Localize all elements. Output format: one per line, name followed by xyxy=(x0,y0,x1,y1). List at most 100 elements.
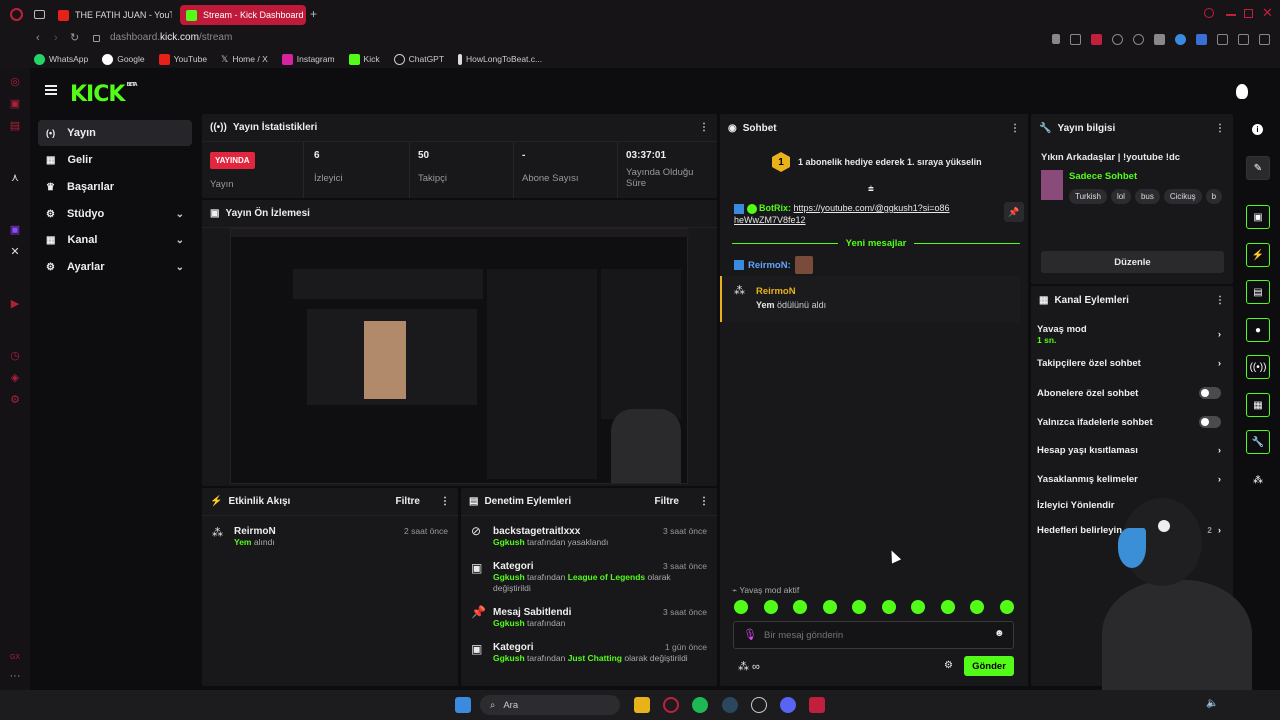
document-icon[interactable]: ▤ xyxy=(1246,280,1270,304)
history-icon[interactable]: ◷ xyxy=(9,350,21,362)
more-options-icon[interactable]: ⋮ xyxy=(1215,123,1225,134)
stream-preview-video[interactable] xyxy=(230,228,689,484)
forward-icon[interactable]: › xyxy=(54,32,58,44)
nav-item-ayarlar[interactable]: ⚙ Ayarlar ⌄ xyxy=(38,254,192,280)
layout-icon[interactable]: ▦ xyxy=(1246,393,1270,417)
emote-icon[interactable] xyxy=(734,600,748,614)
windows-start-icon[interactable] xyxy=(455,697,471,713)
bolt-icon[interactable]: ⚡ xyxy=(1246,243,1270,267)
kick-sidebar-icon[interactable]: ⋏ xyxy=(9,172,21,184)
more-options-icon[interactable]: ⋮ xyxy=(699,496,709,507)
emote-icon[interactable] xyxy=(970,600,985,614)
microphone-icon[interactable]: 🎙 xyxy=(743,628,757,641)
chat-username[interactable]: ReirmoN: xyxy=(748,260,791,271)
download-icon[interactable] xyxy=(1238,34,1249,45)
more-options-icon[interactable]: ⋮ xyxy=(1215,295,1225,306)
gx-icon[interactable]: GX xyxy=(9,652,21,664)
app-icon[interactable] xyxy=(751,697,767,713)
tab-youtube[interactable]: THE FATIH JUAN - YouTu xyxy=(52,5,172,25)
reload-icon[interactable]: ↻ xyxy=(70,31,79,44)
heart-icon[interactable] xyxy=(1133,34,1144,45)
search-tabs-icon[interactable] xyxy=(1204,8,1214,18)
emoji-picker-icon[interactable]: ☻ xyxy=(994,628,1005,639)
more-options-icon[interactable]: ⋮ xyxy=(440,496,450,507)
more-icon[interactable]: ··· xyxy=(9,670,21,682)
emotes-only-toggle[interactable] xyxy=(1199,416,1221,428)
followers-only-row[interactable]: Takipçilere özel sohbet › xyxy=(1037,358,1221,369)
ublock-icon[interactable] xyxy=(1154,34,1165,45)
kick-logo[interactable]: KICK BETA xyxy=(70,82,138,107)
steam-icon[interactable] xyxy=(722,697,738,713)
opera-gx-icon[interactable] xyxy=(663,697,679,713)
edit-stream-info-button[interactable]: Düzenle xyxy=(1041,251,1224,273)
emote-icon[interactable] xyxy=(911,600,926,614)
bookmark-google[interactable]: Google xyxy=(102,53,145,65)
more-options-icon[interactable]: ⋮ xyxy=(699,122,709,133)
emote-icon[interactable] xyxy=(822,600,837,614)
url-field[interactable]: dashboard.kick.com/stream xyxy=(110,32,232,43)
event-user[interactable]: ReirmoN xyxy=(756,286,796,297)
filter-button[interactable]: Filtre xyxy=(396,496,420,507)
hamburger-menu-icon[interactable] xyxy=(45,85,57,95)
emote-icon[interactable] xyxy=(940,600,955,614)
tab-kick-dashboard[interactable]: Stream - Kick Dashboard xyxy=(180,5,306,25)
nav-item-kanal[interactable]: ▦ Kanal ⌄ xyxy=(38,227,192,253)
pinboard-icon[interactable]: ◈ xyxy=(9,372,21,384)
collapse-pinned-icon[interactable]: ⩧ xyxy=(868,184,874,195)
minimize-button[interactable] xyxy=(1226,14,1236,16)
banned-words-row[interactable]: Yasaklanmış kelimeler › xyxy=(1037,474,1221,485)
chat-message-input[interactable] xyxy=(764,627,984,643)
discord-icon[interactable] xyxy=(780,697,796,713)
news-icon[interactable]: ▤ xyxy=(9,120,21,132)
filter-button[interactable]: Filtre xyxy=(655,496,679,507)
broadcast-icon[interactable]: ((•)) xyxy=(1246,355,1270,379)
back-icon[interactable]: ‹ xyxy=(36,32,40,44)
unpin-button[interactable]: 📌 xyxy=(1004,202,1024,222)
bookmark-kick[interactable]: Kick xyxy=(348,53,380,65)
file-explorer-icon[interactable] xyxy=(634,697,650,713)
wrench-icon[interactable]: 🔧 xyxy=(1246,430,1270,454)
bookmark-icon[interactable] xyxy=(1052,34,1060,44)
player-icon[interactable]: ▶ xyxy=(9,298,21,310)
new-tab-button[interactable]: + xyxy=(310,7,317,21)
valorant-icon[interactable] xyxy=(809,697,825,713)
stream-category[interactable]: Sadece Sohbet xyxy=(1069,171,1137,182)
nav-item-studyo[interactable]: ⚙ Stüdyo ⌄ xyxy=(38,201,192,227)
channel-points-icon[interactable]: ⁂ ∞ xyxy=(738,660,760,673)
chat-bubble-icon[interactable]: ● xyxy=(1246,318,1270,342)
snapshot-icon[interactable] xyxy=(1070,34,1081,45)
aria-icon[interactable]: ◎ xyxy=(9,76,21,88)
send-button[interactable]: Gönder xyxy=(964,656,1014,676)
player-icon[interactable] xyxy=(1112,34,1123,45)
nav-item-gelir[interactable]: ▦ Gelir xyxy=(38,147,192,173)
emote-icon[interactable] xyxy=(999,600,1014,614)
translate-icon[interactable] xyxy=(1196,34,1207,45)
bookmark-instagram[interactable]: Instagram xyxy=(281,53,335,65)
edit-icon[interactable]: ✎ xyxy=(1246,156,1270,180)
emote-icon[interactable] xyxy=(763,600,778,614)
puzzle-icon[interactable] xyxy=(1217,34,1228,45)
vpn-icon[interactable] xyxy=(1175,34,1186,45)
opera-logo-icon[interactable] xyxy=(10,8,23,21)
emote-icon[interactable] xyxy=(881,600,896,614)
shield-icon[interactable] xyxy=(1091,34,1102,45)
gift-leaderboard-banner[interactable]: 1 1 abonelik hediye ederek 1. sıraya yük… xyxy=(772,152,982,172)
bookmark-whatsapp[interactable]: WhatsApp xyxy=(34,53,88,65)
bookmark-x[interactable]: 𝕏 Home / X xyxy=(221,54,268,65)
subscribers-only-toggle[interactable] xyxy=(1199,387,1221,399)
user-avatar[interactable] xyxy=(1236,84,1248,99)
bookmark-howlongtobeat[interactable]: HowLongToBeat.c... xyxy=(458,53,542,65)
close-window-button[interactable]: ✕ xyxy=(1262,5,1273,21)
tab-overview-icon[interactable] xyxy=(34,10,45,19)
info-icon[interactable]: i xyxy=(1252,124,1263,135)
bookmark-youtube[interactable]: YouTube xyxy=(158,53,207,65)
account-age-row[interactable]: Hesap yaşı kısıtlaması › xyxy=(1037,445,1221,456)
maximize-button[interactable] xyxy=(1244,9,1253,18)
taskbar-search[interactable]: ⌕ Ara xyxy=(480,695,620,715)
pinned-user[interactable]: BotRix: xyxy=(759,203,791,213)
chat-settings-icon[interactable]: ⚙ xyxy=(944,660,953,671)
spotify-icon[interactable] xyxy=(692,697,708,713)
emote-icon[interactable] xyxy=(793,600,808,614)
more-options-icon[interactable]: ⋮ xyxy=(1010,123,1020,134)
twitch-app-icon[interactable]: ▣ xyxy=(9,224,21,236)
